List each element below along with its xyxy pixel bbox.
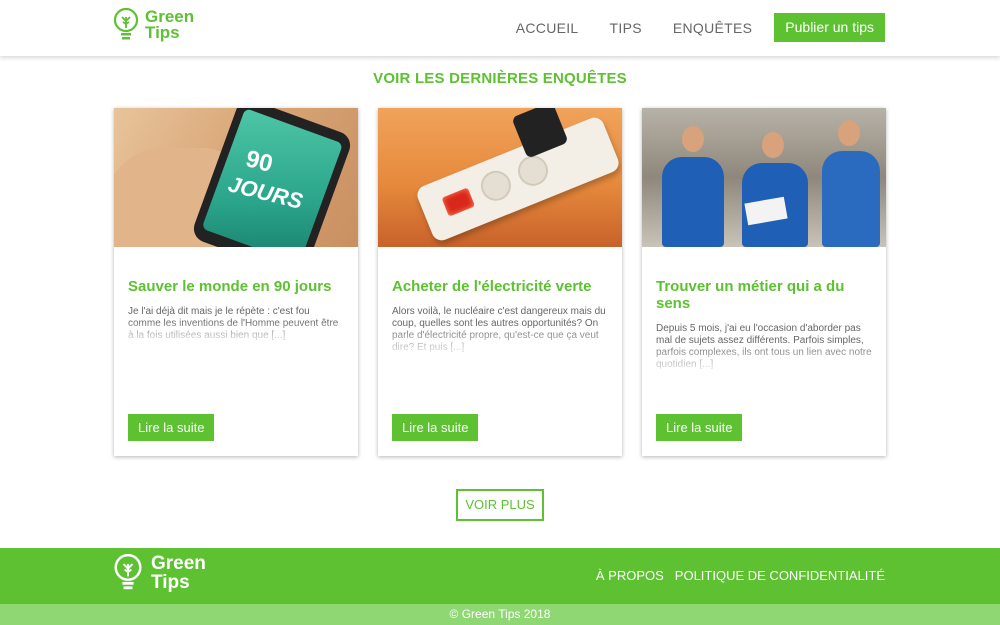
socket-illustration — [476, 166, 516, 206]
survey-card: Trouver un métier qui a du sens Depuis 5… — [642, 108, 886, 456]
power-switch-illustration — [441, 187, 476, 217]
head-illustration — [682, 126, 704, 152]
card-title[interactable]: Acheter de l'électricité verte — [392, 278, 602, 295]
logo-line-2: Tips — [145, 23, 180, 42]
footer-logo-line-2: Tips — [151, 572, 190, 593]
nav-enquetes[interactable]: ENQUÊTES — [673, 20, 752, 36]
see-more-button[interactable]: VOIR PLUS — [456, 489, 544, 521]
logo[interactable]: Green Tips — [113, 8, 194, 42]
nav-accueil[interactable]: ACCUEIL — [516, 20, 579, 36]
person-illustration — [662, 157, 724, 247]
logo-text: Green Tips — [145, 8, 194, 42]
person-illustration — [822, 151, 880, 247]
card-excerpt: Alors voilà, le nucléaire c'est dangereu… — [392, 306, 606, 353]
footer-logo-line-1: Green — [151, 553, 206, 574]
card-image-people[interactable] — [642, 108, 886, 247]
phone-screen: 90 JOURS — [201, 108, 344, 247]
head-illustration — [838, 120, 860, 146]
card-excerpt: Je l'ai déjà dit mais je le répète : c'e… — [128, 306, 339, 341]
footer-logo-text: Green Tips — [151, 554, 206, 592]
footer-link-about[interactable]: À PROPOS — [596, 568, 664, 583]
card-title[interactable]: Trouver un métier qui a du sens — [656, 278, 866, 312]
card-image-phone[interactable]: 90 JOURS — [114, 108, 358, 247]
read-more-button[interactable]: Lire la suite — [392, 414, 479, 441]
nav-tips[interactable]: TIPS — [610, 20, 642, 36]
survey-card: Acheter de l'électricité verte Alors voi… — [378, 108, 622, 456]
section-title: VOIR LES DERNIÈRES ENQUÊTES — [373, 70, 627, 87]
card-title[interactable]: Sauver le monde en 90 jours — [128, 278, 338, 295]
head-illustration — [762, 132, 784, 158]
screen-text-90: 90 — [242, 145, 276, 178]
site-header: Green Tips ACCUEIL TIPS ENQUÊTES Publier… — [0, 0, 1000, 56]
read-more-button[interactable]: Lire la suite — [656, 414, 743, 441]
footer-nav: À PROPOS POLITIQUE DE CONFIDENTIALITÉ — [585, 568, 885, 583]
card-image-power-strip[interactable] — [378, 108, 622, 247]
socket-illustration — [513, 151, 553, 191]
lightbulb-leaf-icon — [114, 554, 142, 590]
publish-tips-button[interactable]: Publier un tips — [774, 13, 885, 42]
footer-logo[interactable]: Green Tips — [113, 554, 206, 592]
phone-illustration: 90 JOURS — [189, 108, 355, 247]
survey-card: 90 JOURS Sauver le monde en 90 jours Je … — [114, 108, 358, 456]
copyright: © Green Tips 2018 — [0, 604, 1000, 625]
read-more-button[interactable]: Lire la suite — [128, 414, 215, 441]
footer-link-privacy[interactable]: POLITIQUE DE CONFIDENTIALITÉ — [675, 568, 885, 583]
lightbulb-leaf-icon — [113, 8, 139, 40]
card-excerpt: Depuis 5 mois, j'ai eu l'occasion d'abor… — [656, 323, 872, 370]
main-nav: ACCUEIL TIPS ENQUÊTES Publier un tips — [485, 13, 885, 42]
site-footer: Green Tips À PROPOS POLITIQUE DE CONFIDE… — [0, 548, 1000, 604]
